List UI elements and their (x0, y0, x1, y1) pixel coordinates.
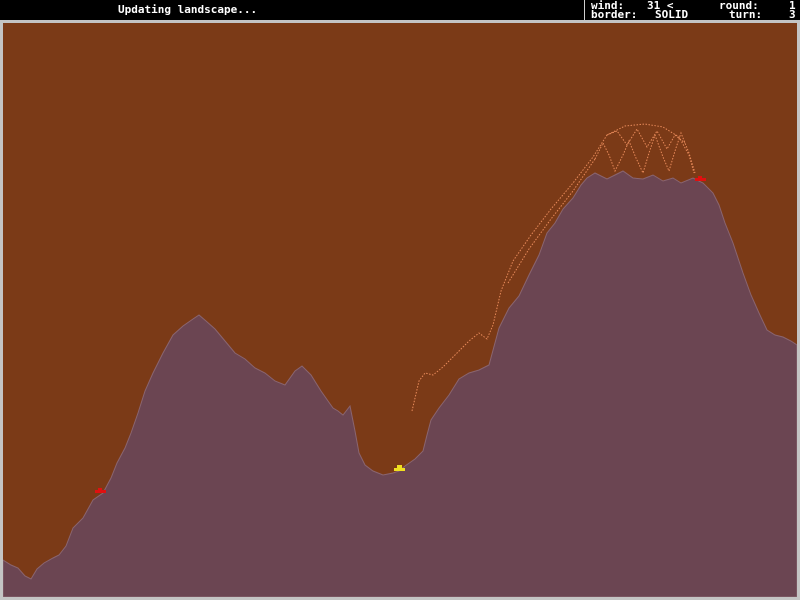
tank-yellow-body (394, 468, 405, 471)
tank-red-right-body (695, 178, 706, 181)
turn-label: turn: (729, 8, 763, 21)
border-value: SOLID (655, 8, 689, 21)
tank-yellow-turret (397, 465, 402, 468)
game-info-panel: wind: 31 < round: 1 border: SOLID turn: … (584, 0, 800, 20)
tank-red-right-turret (698, 176, 702, 178)
border-label: border: (591, 8, 638, 21)
tank-red-left-body (95, 490, 106, 493)
playfield-frame (0, 20, 800, 600)
status-message: Updating landscape... (118, 3, 258, 16)
status-bar: Updating landscape... wind: 31 < round: … (0, 0, 800, 20)
tank-red-left-turret (98, 488, 102, 490)
turn-value: 3 (789, 8, 796, 21)
game-playfield[interactable] (3, 23, 797, 597)
